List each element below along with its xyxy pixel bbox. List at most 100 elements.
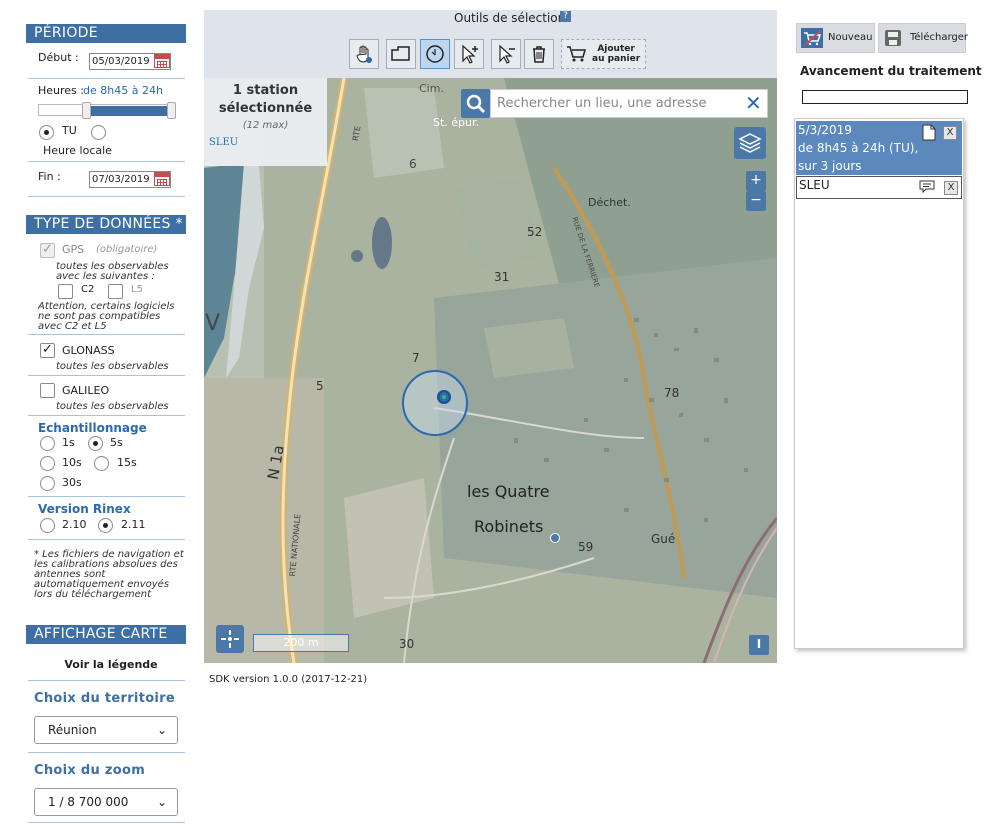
type-donnees-header: TYPE DE DONNÉES *: [26, 215, 186, 234]
station-dot: [442, 395, 446, 399]
trash-icon: [533, 46, 545, 63]
chevron-down-icon: ⌄: [156, 795, 167, 809]
selection-count: 1 station: [232, 83, 299, 98]
sampling-1s-label: 1s: [62, 436, 75, 449]
cart-desc: de 8h45 à 24h (TU), sur 3 jours: [798, 141, 919, 173]
station-code-link[interactable]: SLEU: [204, 137, 327, 148]
add-to-cart-button[interactable]: Ajouter au panier: [561, 39, 646, 69]
c2-checkbox[interactable]: [58, 284, 73, 299]
cart-station-row: SLEU X: [796, 176, 962, 199]
map-label-num-52: 52: [527, 225, 543, 239]
map-label-cim: Cim.: [419, 82, 444, 95]
calendar-icon[interactable]: [154, 172, 170, 186]
document-icon[interactable]: [922, 124, 936, 141]
map-label-dechet: Déchet.: [588, 196, 631, 209]
question-icon[interactable]: ?: [560, 11, 571, 22]
layers-icon: [738, 133, 762, 153]
rinex-210-radio[interactable]: [40, 518, 55, 533]
glonass-label: GLONASS: [62, 344, 115, 357]
map-label-num-30: 30: [399, 637, 415, 651]
progress-bar: [802, 90, 968, 104]
heures-label: Heures :: [38, 84, 84, 97]
nouveau-button[interactable]: Nouveau: [796, 23, 875, 53]
map-label-v: V: [205, 311, 221, 336]
nouveau-label: Nouveau: [828, 32, 873, 43]
map-search: Rechercher un lieu, une adresse ✕: [461, 89, 768, 118]
station-marker-selected[interactable]: [437, 390, 451, 404]
territoire-value: Réunion: [48, 723, 97, 737]
heure-locale-radio[interactable]: [91, 125, 106, 140]
divider: [28, 375, 185, 376]
divider: [28, 415, 185, 416]
recenter-button[interactable]: [216, 625, 244, 653]
station-marker[interactable]: [550, 533, 560, 543]
divider: [28, 78, 185, 79]
scale-bar: 200 m: [253, 634, 349, 652]
cursor-minus-icon: [499, 44, 515, 64]
zoom-out-button[interactable]: −: [746, 191, 766, 211]
comment-icon[interactable]: [919, 180, 935, 194]
search-input[interactable]: Rechercher un lieu, une adresse: [490, 89, 768, 118]
affichage-header: AFFICHAGE CARTE: [26, 625, 186, 644]
heure-locale-label: Heure locale: [43, 144, 112, 157]
zoom-value: 1 / 8 700 000: [48, 795, 129, 809]
sampling-10s-radio[interactable]: [40, 456, 55, 471]
l5-checkbox[interactable]: [108, 284, 123, 299]
telecharger-button[interactable]: Télécharger: [878, 23, 968, 53]
map-label-num-7: 7: [412, 351, 420, 365]
compat-warning: Attention, certains logiciels ne sont pa…: [38, 301, 175, 332]
gps-checkbox: ✓: [40, 243, 55, 258]
delete-tool-button[interactable]: [524, 39, 554, 69]
hours-slider-start-handle[interactable]: [82, 102, 91, 119]
pan-info-tool-button[interactable]: [349, 39, 379, 69]
calendar-icon[interactable]: [154, 54, 170, 68]
glonass-checkbox[interactable]: ✓: [40, 343, 55, 358]
cart-list: 5/3/2019 de 8h45 à 24h (TU), sur 3 jours…: [794, 118, 964, 649]
map-label-num-6: 6: [409, 157, 417, 171]
sampling-5s-radio[interactable]: [88, 436, 103, 451]
add-select-tool-button[interactable]: [454, 39, 484, 69]
circle-select-tool-button[interactable]: [420, 39, 450, 69]
tu-radio[interactable]: [39, 125, 54, 140]
hours-slider-end-handle[interactable]: [167, 102, 176, 119]
remove-item-button[interactable]: X: [943, 126, 957, 140]
cart-item-header[interactable]: 5/3/2019 de 8h45 à 24h (TU), sur 3 jours…: [796, 121, 962, 175]
map-label-quatre: les Quatre: [467, 482, 550, 501]
sampling-30s-label: 30s: [62, 476, 82, 489]
divider: [28, 496, 185, 497]
legend-link[interactable]: Voir la légende: [26, 658, 196, 671]
map-label-gue: Gué: [651, 532, 676, 546]
zoom-select[interactable]: 1 / 8 700 000 ⌄: [34, 788, 178, 816]
remove-station-button[interactable]: X: [944, 181, 958, 195]
echantillonnage-label: Echantillonnage: [38, 421, 147, 435]
layers-button[interactable]: [734, 127, 766, 159]
hand-info-icon: [356, 45, 372, 63]
zoom-label: Choix du zoom: [34, 763, 146, 778]
selection-word: sélectionnée: [218, 101, 313, 116]
progress-title: Avancement du traitement: [800, 64, 982, 78]
info-button[interactable]: I: [749, 635, 769, 655]
rinex-211-radio[interactable]: [98, 518, 113, 533]
tu-label: TU: [62, 124, 77, 137]
map-label-num-59: 59: [578, 540, 594, 554]
galileo-checkbox[interactable]: [40, 383, 55, 398]
polygon-select-tool-button[interactable]: [386, 39, 416, 69]
galileo-label: GALILEO: [62, 384, 110, 397]
close-icon[interactable]: ✕: [745, 91, 762, 115]
c2-label: C2: [81, 284, 95, 295]
heures-value: de 8h45 à 24h: [83, 84, 163, 97]
sampling-1s-radio[interactable]: [40, 436, 55, 451]
divider: [28, 196, 185, 197]
search-button[interactable]: [461, 89, 490, 118]
sampling-15s-radio[interactable]: [94, 456, 109, 471]
sampling-30s-radio[interactable]: [40, 476, 55, 491]
territoire-label: Choix du territoire: [34, 691, 176, 706]
remove-select-tool-button[interactable]: [491, 39, 521, 69]
fin-label: Fin :: [38, 170, 61, 183]
rinex-210-label: 2.10: [62, 518, 87, 531]
circle-select-icon: [426, 45, 444, 63]
cart-station-code: SLEU: [799, 178, 830, 192]
gps-sub-text: toutes les observables avec les suivante…: [56, 261, 169, 282]
territoire-select[interactable]: Réunion ⌄: [34, 716, 178, 744]
zoom-in-button[interactable]: +: [746, 171, 766, 191]
